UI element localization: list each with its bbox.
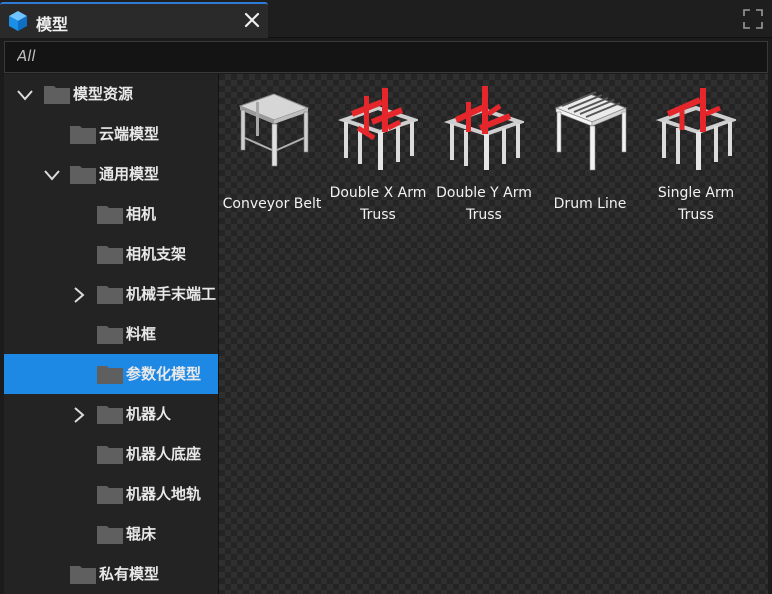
- model-tile-conveyor-belt[interactable]: Conveyor Belt: [219, 84, 325, 234]
- folder-icon: [44, 86, 70, 104]
- tree-item-label: 机器人底座: [126, 445, 202, 463]
- folder-icon: [97, 446, 123, 464]
- tree-item-bin[interactable]: 料框: [4, 314, 218, 354]
- folder-icon: [70, 126, 96, 144]
- tree-item-model-resources[interactable]: 模型资源: [4, 74, 218, 114]
- single-arm-truss-icon: [656, 88, 736, 170]
- model-label: Double Y Arm Truss: [436, 185, 532, 223]
- model-tile-double-y-arm-truss[interactable]: Double Y Arm Truss: [431, 84, 537, 234]
- model-label: Conveyor Belt: [222, 196, 322, 212]
- model-label: Single Arm Truss: [657, 185, 735, 223]
- chevron-down-icon[interactable]: [16, 86, 34, 104]
- folder-icon: [70, 166, 96, 184]
- cube-icon: [9, 11, 27, 31]
- model-label: Double X Arm Truss: [329, 185, 427, 223]
- model-tile-single-arm-truss[interactable]: Single Arm Truss: [643, 84, 749, 234]
- title-bar: 模型: [0, 0, 772, 38]
- folder-icon: [97, 206, 123, 224]
- tree-item-end-effector[interactable]: 机械手末端工: [4, 274, 218, 314]
- tab-models[interactable]: 模型: [0, 2, 268, 38]
- folder-icon: [97, 406, 123, 424]
- tree-item-roller-bed[interactable]: 辊床: [4, 514, 218, 554]
- drum-line-icon: [554, 91, 628, 171]
- tree-item-label: 料框: [126, 325, 157, 343]
- tree-item-label: 机器人: [126, 405, 172, 423]
- tree-item-label: 参数化模型: [126, 365, 202, 383]
- model-tree: 模型资源 云端模型 通用模型 相机 相机支架 机械手末端工 料框 参数化模型 机…: [4, 74, 218, 594]
- maximize-icon[interactable]: [742, 8, 764, 30]
- model-label: Drum Line: [553, 196, 627, 212]
- tree-item-private-models[interactable]: 私有模型: [4, 554, 218, 594]
- tree-item-label: 机器人地轨: [126, 485, 202, 503]
- tree-item-parametric-models[interactable]: 参数化模型: [4, 354, 218, 394]
- tree-item-robot-track[interactable]: 机器人地轨: [4, 474, 218, 514]
- search-input[interactable]: [17, 47, 747, 65]
- tree-item-label: 私有模型: [99, 565, 160, 583]
- tree-item-label: 模型资源: [73, 85, 134, 103]
- model-tile-double-x-arm-truss[interactable]: Double X Arm Truss: [325, 84, 431, 234]
- double-x-arm-truss-icon: [338, 88, 418, 170]
- chevron-down-icon[interactable]: [43, 166, 61, 184]
- tree-item-label: 通用模型: [99, 165, 160, 183]
- tree-item-label: 相机: [126, 205, 157, 223]
- folder-icon: [97, 366, 123, 384]
- tree-item-robot[interactable]: 机器人: [4, 394, 218, 434]
- folder-icon: [97, 526, 123, 544]
- folder-icon: [97, 486, 123, 504]
- folder-icon: [97, 246, 123, 264]
- tree-item-general-models[interactable]: 通用模型: [4, 154, 218, 194]
- search-bar: [4, 41, 768, 73]
- tree-item-label: 相机支架: [126, 245, 187, 263]
- double-y-arm-truss-icon: [444, 86, 524, 170]
- tree-item-cloud-models[interactable]: 云端模型: [4, 114, 218, 154]
- tree-item-camera-mount[interactable]: 相机支架: [4, 234, 218, 274]
- tree-item-label: 机械手末端工: [126, 285, 217, 303]
- model-grid: Conveyor Belt Double X Arm Truss Double …: [219, 74, 768, 594]
- close-icon[interactable]: [242, 10, 262, 30]
- folder-icon: [97, 326, 123, 344]
- chevron-right-icon[interactable]: [70, 286, 88, 304]
- folder-icon: [70, 566, 96, 584]
- tree-item-robot-base[interactable]: 机器人底座: [4, 434, 218, 474]
- tree-item-camera[interactable]: 相机: [4, 194, 218, 234]
- model-tile-drum-line[interactable]: Drum Line: [537, 84, 643, 234]
- tree-item-label: 辊床: [126, 525, 157, 543]
- folder-icon: [97, 286, 123, 304]
- conveyor-belt-icon: [238, 93, 310, 167]
- chevron-right-icon[interactable]: [70, 406, 88, 424]
- tab-title: 模型: [36, 15, 69, 34]
- tree-item-label: 云端模型: [99, 125, 160, 143]
